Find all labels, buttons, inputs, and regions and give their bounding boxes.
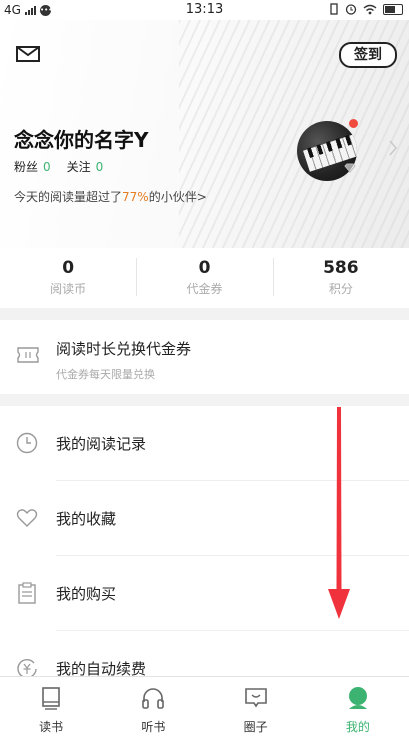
tab-community[interactable]: 圈子 [205, 677, 307, 742]
vibrate-icon [330, 3, 338, 15]
points-value: 586 [323, 258, 359, 278]
scroll-down-arrow-annotation [328, 407, 350, 619]
reading-rank-suffix: 的小伙伴> [148, 190, 207, 204]
tab-label: 读书 [39, 720, 64, 734]
reading-coins-label: 阅读币 [50, 282, 87, 296]
signin-button[interactable]: 签到 [339, 42, 397, 68]
fans-link[interactable]: 粉丝 0 [14, 158, 51, 175]
following-link[interactable]: 关注 0 [67, 158, 104, 175]
clipboard-icon [18, 582, 36, 604]
reading-coins-value: 0 [62, 258, 75, 278]
vouchers-value: 0 [198, 258, 211, 278]
book-icon [42, 687, 60, 710]
follow-stats: 粉丝 0 关注 0 [14, 158, 103, 175]
battery-icon [383, 3, 403, 15]
chat-icon [244, 688, 267, 708]
notification-badge [349, 119, 358, 128]
following-count: 0 [95, 160, 104, 174]
exchange-subtitle: 代金券每天限量兑换 [56, 368, 155, 381]
account-stats: 0 阅读币 0 代金券 586 积分 [0, 248, 409, 308]
chevron-right-icon[interactable] [387, 138, 399, 158]
mail-icon[interactable] [16, 46, 40, 62]
exchange-voucher-item[interactable]: 阅读时长兑换代金券 代金券每天限量兑换 [0, 320, 409, 394]
following-label: 关注 [66, 160, 91, 174]
wifi-icon [363, 4, 377, 14]
exchange-title: 阅读时长兑换代金券 [56, 340, 192, 358]
alarm-icon [345, 4, 357, 15]
reading-coins-stat[interactable]: 0 阅读币 [0, 248, 136, 308]
menu-item-label: 我的购买 [56, 585, 117, 603]
menu-item-label: 我的阅读记录 [56, 435, 147, 453]
vouchers-stat[interactable]: 0 代金券 [136, 248, 272, 308]
points-stat[interactable]: 586 积分 [272, 248, 409, 308]
headphones-icon [142, 688, 165, 709]
reading-rank-percent: 77% [122, 190, 149, 204]
tab-label: 圈子 [243, 720, 268, 734]
status-bar: 4G ••• 13:13 [0, 0, 409, 20]
fans-label: 粉丝 [14, 160, 39, 174]
heart-icon [16, 509, 38, 527]
tab-audiobooks[interactable]: 听书 [102, 677, 204, 742]
user-name: 念念你的名字Y [14, 128, 149, 152]
profile-icon [348, 687, 367, 709]
tab-reading[interactable]: 读书 [0, 677, 102, 742]
vip-diamond-icon [344, 163, 356, 173]
menu-item-label: 我的收藏 [56, 510, 117, 528]
reading-rank-link[interactable]: 今天的阅读量超过了77%的小伙伴> [14, 188, 207, 205]
profile-header: 签到 念念你的名字Y 粉丝 0 关注 0 今天的阅读量超过了77%的小伙伴> [0, 20, 409, 248]
clock-icon [16, 432, 38, 454]
tab-me[interactable]: 我的 [307, 677, 409, 742]
points-label: 积分 [328, 282, 353, 296]
reading-rank-prefix: 今天的阅读量超过了 [14, 190, 123, 204]
tab-label: 听书 [141, 720, 166, 734]
fans-count: 0 [43, 160, 51, 174]
vouchers-label: 代金券 [186, 282, 223, 296]
tab-label: 我的 [345, 720, 370, 734]
ticket-icon [17, 347, 39, 363]
bottom-tab-bar: 读书 听书 圈子 我的 [0, 676, 409, 742]
